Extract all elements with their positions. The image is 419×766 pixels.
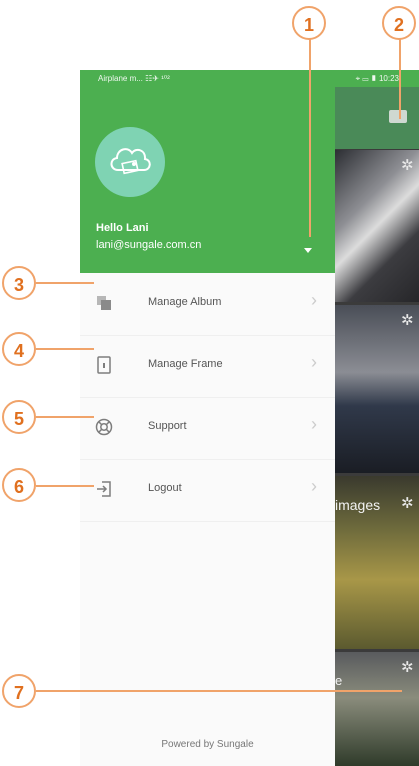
status-bar-clock: ⌖ ▭ ▮ 10:23 bbox=[355, 74, 399, 83]
album-name-label: e bbox=[335, 673, 343, 688]
status-bar-left: Airplane m... ☷✈ ¹⁰² bbox=[98, 74, 170, 83]
callout-2: 2 bbox=[382, 6, 416, 40]
add-album-icon[interactable] bbox=[389, 110, 407, 123]
frame-icon bbox=[97, 356, 111, 374]
navigation-drawer: Hello Lani lani@sungale.com.cn Manage Al… bbox=[80, 87, 335, 766]
gear-icon[interactable]: ✲ bbox=[401, 496, 414, 511]
callout-3: 3 bbox=[2, 266, 36, 300]
chevron-right-icon: › bbox=[311, 476, 317, 496]
gear-icon[interactable]: ✲ bbox=[401, 313, 414, 328]
menu-item-label: Manage Album bbox=[148, 296, 222, 308]
user-email: lani@sungale.com.cn bbox=[96, 239, 202, 251]
phone-screen: ✲ ✲ ✲ images ✲ e Airplane m... ☷✈ ¹⁰² ⌖ … bbox=[80, 70, 419, 766]
gear-icon[interactable]: ✲ bbox=[401, 158, 414, 173]
callout-7: 7 bbox=[2, 674, 36, 708]
callout-leader-line bbox=[36, 348, 94, 350]
callout-5: 5 bbox=[2, 400, 36, 434]
menu-item-manage-album[interactable]: Manage Album › bbox=[80, 273, 335, 336]
album-photo[interactable]: ✲ bbox=[335, 652, 419, 766]
callout-4: 4 bbox=[2, 332, 36, 366]
support-icon bbox=[95, 418, 113, 436]
callout-leader-line bbox=[36, 282, 94, 284]
menu-item-label: Manage Frame bbox=[148, 358, 223, 370]
callout-1: 1 bbox=[292, 6, 326, 40]
menu-item-label: Logout bbox=[148, 482, 182, 494]
menu-item-label: Support bbox=[148, 420, 187, 432]
status-bar: Airplane m... ☷✈ ¹⁰² ⌖ ▭ ▮ 10:23 bbox=[80, 70, 419, 87]
chevron-right-icon: › bbox=[311, 290, 317, 310]
callout-leader-line bbox=[309, 37, 311, 237]
callout-leader-line bbox=[36, 416, 94, 418]
avatar[interactable] bbox=[95, 127, 165, 197]
menu-item-manage-frame[interactable]: Manage Frame › bbox=[80, 335, 335, 398]
logout-icon bbox=[97, 481, 111, 497]
menu-item-logout[interactable]: Logout › bbox=[80, 459, 335, 522]
chevron-right-icon: › bbox=[311, 414, 317, 434]
callout-leader-line bbox=[399, 37, 401, 119]
drawer-header: Hello Lani lani@sungale.com.cn bbox=[80, 87, 335, 273]
album-photo[interactable]: ✲ bbox=[335, 305, 419, 473]
menu-item-support[interactable]: Support › bbox=[80, 397, 335, 460]
chevron-right-icon: › bbox=[311, 352, 317, 372]
background-app: ✲ ✲ ✲ images ✲ e bbox=[335, 70, 419, 766]
powered-by-footer: Powered by Sungale bbox=[161, 739, 254, 750]
callout-6: 6 bbox=[2, 468, 36, 502]
album-icon bbox=[97, 296, 111, 310]
album-name-label: images bbox=[335, 497, 381, 513]
callout-leader-line bbox=[36, 485, 94, 487]
gear-icon[interactable]: ✲ bbox=[401, 660, 414, 675]
cloud-photo-icon bbox=[110, 148, 151, 175]
callout-leader-line bbox=[36, 690, 402, 692]
album-photo[interactable]: ✲ bbox=[335, 150, 419, 302]
account-dropdown-icon[interactable] bbox=[304, 248, 312, 253]
user-greeting: Hello Lani bbox=[96, 222, 149, 234]
